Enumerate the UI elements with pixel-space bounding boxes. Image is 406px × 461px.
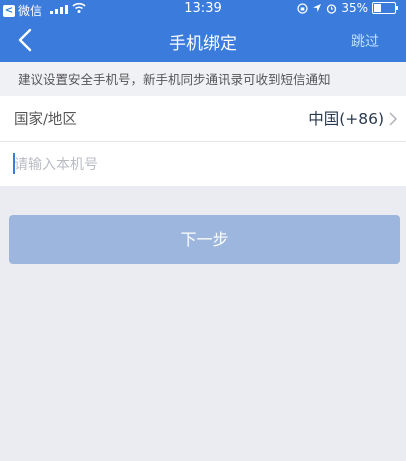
phone-input-row <box>0 142 406 186</box>
page-title: 手机绑定 <box>169 34 237 54</box>
battery-fill <box>374 4 381 12</box>
phone-number-input[interactable] <box>12 150 396 180</box>
navigation-header: < 微信 13:39 35% 手机绑定 跳过 <box>0 0 406 62</box>
country-region-row[interactable]: 国家/地区 中国(+86) <box>0 96 406 142</box>
battery-percent: 35% <box>341 1 368 15</box>
location-icon <box>313 4 322 12</box>
next-step-button[interactable]: 下一步 <box>9 215 400 264</box>
text-caret <box>13 153 15 174</box>
orientation-lock-icon <box>297 2 308 14</box>
alarm-icon <box>327 3 337 14</box>
battery-icon <box>372 2 398 14</box>
chevron-right-icon <box>389 112 398 126</box>
country-region-label: 国家/地区 <box>14 112 77 128</box>
country-code-value: 中国(+86) <box>308 110 384 128</box>
status-bar: < 微信 13:39 35% <box>0 0 406 18</box>
skip-button[interactable]: 跳过 <box>351 31 379 51</box>
notice-text: 建议设置安全手机号，新手机同步通讯录可收到短信通知 <box>0 62 406 96</box>
